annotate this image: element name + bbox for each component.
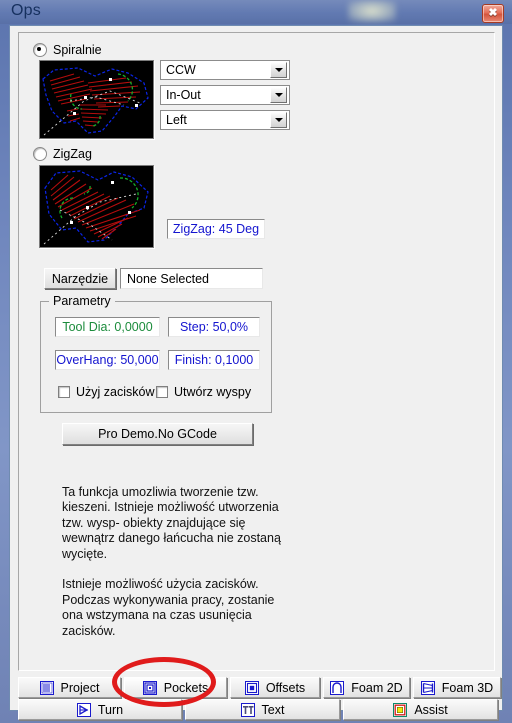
tab-foam-2d-label: Foam 2D [351,680,403,695]
tab-assist[interactable]: Assist [343,699,498,720]
client-background: Spiralnie CCW In-Out Left ZigZag ZigZag:… [10,26,502,720]
bottom-tab-strip: Project Pockets Offsets Foam 2D Foam 3D … [18,677,501,721]
tool-name-value: None Selected [127,271,210,286]
tool-select-button-label: Narzędzie [51,271,109,286]
combo-order-arrow[interactable] [270,87,287,103]
tab-text-label: Text [261,702,285,717]
tab-assist-label: Assist [414,702,448,717]
step-value: Step: 50,0% [179,320,249,334]
tool-name-field: None Selected [120,268,263,289]
close-button[interactable]: ✖ [482,4,504,23]
zigzag-angle-value: ZigZag: 45 Deg [172,222,260,236]
checkbox-create-islands[interactable] [156,386,168,398]
step-field[interactable]: Step: 50,0% [168,317,260,337]
list-document-icon [39,680,54,695]
window-titlebar[interactable]: Ops ✖ [0,0,512,25]
tab-pockets[interactable]: Pockets [124,677,227,698]
tab-turn[interactable]: Turn [18,699,182,720]
generate-gcode-button-label: Pro Demo.No GCode [98,427,217,441]
radio-row-spiralnie[interactable]: Spiralnie [33,43,102,57]
combo-side-arrow[interactable] [270,112,287,128]
combo-direction-value: CCW [166,63,196,77]
chevron-down-icon [274,118,283,122]
zigzag-toolpath-graphic [40,166,153,247]
radio-row-zigzag[interactable]: ZigZag [33,147,92,161]
tab-pockets-label: Pockets [163,680,209,695]
close-icon: ✖ [488,7,498,19]
combo-side-value: Left [166,113,187,127]
radio-zigzag-label: ZigZag [53,147,92,161]
spiral-toolpath-graphic [40,61,153,138]
generate-gcode-button[interactable]: Pro Demo.No GCode [62,423,253,445]
parameters-group-title: Parametry [49,294,115,308]
foam-block-icon [420,680,435,695]
chevron-down-icon [274,68,283,72]
checkbox-use-clamps-label: Użyj zacisków [76,385,155,399]
checkbox-row-use-clamps[interactable]: Użyj zacisków [58,385,155,399]
zigzag-angle-field[interactable]: ZigZag: 45 Deg [167,219,265,239]
assist-square-icon [393,702,408,717]
checkbox-row-create-islands[interactable]: Utwórz wyspy [156,385,251,399]
radio-spiralnie[interactable] [33,43,47,57]
radio-spiralnie-label: Spiralnie [53,43,102,57]
combo-direction-arrow[interactable] [270,62,287,78]
concentric-squares-icon [142,680,157,695]
zigzag-toolpath-preview[interactable] [39,165,154,248]
lathe-cone-icon [76,702,91,717]
tab-turn-label: Turn [97,702,124,717]
ops-window: Ops ✖ Spiralnie CCW In-Out Left ZigZag Z… [0,0,512,723]
overhang-field[interactable]: OverHang: 50,000 [55,350,160,370]
combo-order-value: In-Out [166,88,201,102]
nested-squares-icon [244,680,259,695]
overhang-value: OverHang: 50,000 [56,353,159,367]
tool-select-button[interactable]: Narzędzie [44,268,116,289]
checkbox-create-islands-label: Utwórz wyspy [174,385,252,399]
parameters-groupbox: Parametry Tool Dia: 0,0000 Step: 50,0% O… [40,294,272,413]
help-description-text: Ta funkcja umozliwia tworzenie tzw. kies… [62,485,281,638]
tab-row-primary: Project Pockets Offsets Foam 2D Foam 3D [18,677,501,698]
tab-row-secondary: Turn Text Assist [18,699,498,720]
tab-project-label: Project [60,680,100,695]
foam-arch-icon [330,680,345,695]
ops-main-panel: Spiralnie CCW In-Out Left ZigZag ZigZag:… [18,32,495,671]
tab-foam-3d-label: Foam 3D [441,680,494,695]
checkbox-use-clamps[interactable] [58,386,70,398]
tab-offsets[interactable]: Offsets [230,677,320,698]
tool-diameter-value: Tool Dia: 0,0000 [62,320,153,334]
spiral-toolpath-preview[interactable] [39,60,154,139]
combo-order[interactable]: In-Out [160,85,290,105]
finish-value: Finish: 0,1000 [174,353,254,367]
window-title: Ops [11,2,41,19]
tab-foam-3d[interactable]: Foam 3D [413,677,501,698]
tab-project[interactable]: Project [18,677,121,698]
text-tt-icon [240,702,255,717]
combo-direction[interactable]: CCW [160,60,290,80]
radio-zigzag[interactable] [33,147,47,161]
tab-offsets-label: Offsets [265,680,306,695]
finish-field[interactable]: Finish: 0,1000 [168,350,260,370]
tab-text[interactable]: Text [185,699,340,720]
chevron-down-icon [274,93,283,97]
tab-foam-2d[interactable]: Foam 2D [323,677,410,698]
window-client-area: Spiralnie CCW In-Out Left ZigZag ZigZag:… [9,25,503,720]
tool-diameter-field[interactable]: Tool Dia: 0,0000 [55,317,160,337]
combo-side[interactable]: Left [160,110,290,130]
